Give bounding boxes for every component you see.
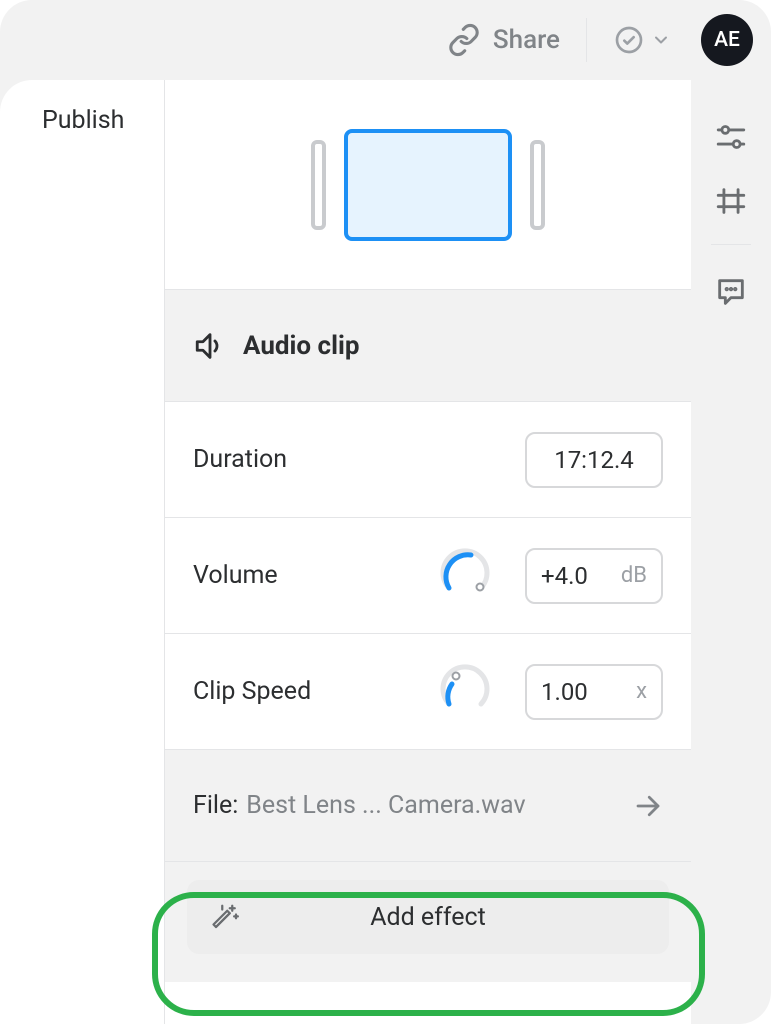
left-panel: Publish [0,80,164,1024]
clip-speed-value: 1.00 [541,678,588,706]
tab-publish[interactable]: Publish [42,106,164,135]
clip-preview [165,80,691,290]
file-name: Best Lens ... Camera.wav [246,791,625,820]
rail-divider [711,244,751,245]
top-divider [586,18,587,62]
duration-value: 17:12.4 [554,446,634,474]
duration-input[interactable]: 17:12.4 [525,432,663,488]
speaker-icon [193,329,227,363]
sync-status-button[interactable] [613,24,671,56]
sliders-icon [714,120,748,154]
clip-speed-unit: x [636,679,647,704]
duration-label: Duration [193,445,525,474]
clip-handle-left[interactable] [311,140,326,230]
comment-icon [714,275,748,309]
clip-handle-right[interactable] [530,140,545,230]
section-header-audio-clip: Audio clip [165,290,691,402]
row-volume: Volume +4.0 dB [165,518,691,634]
inspector-panel: Audio clip Duration 17:12.4 Volume [164,80,691,1024]
check-circle-icon [613,24,645,56]
add-effect-button[interactable]: Add effect [187,880,669,954]
add-effect-label: Add effect [370,903,486,932]
section-title: Audio clip [243,331,359,361]
share-button[interactable]: Share [447,23,560,57]
volume-dial[interactable] [437,548,493,604]
clip-speed-input[interactable]: 1.00 x [525,664,663,720]
row-duration: Duration 17:12.4 [165,402,691,518]
file-label: File: [193,791,238,820]
volume-unit: dB [621,563,647,588]
comments-panel-button[interactable] [714,275,748,309]
row-file[interactable]: File: Best Lens ... Camera.wav [165,750,691,862]
avatar[interactable]: AE [701,14,753,66]
clip-speed-label: Clip Speed [193,677,405,706]
selected-clip[interactable] [344,129,512,241]
chevron-down-icon [651,30,671,50]
avatar-initials: AE [714,28,740,52]
volume-label: Volume [193,561,405,590]
volume-value: +4.0 [541,562,588,590]
right-rail [691,80,771,1024]
properties-panel-button[interactable] [714,120,748,154]
timeline-icon [714,184,748,218]
share-label: Share [493,25,560,55]
row-clip-speed: Clip Speed 1.00 x [165,634,691,750]
link-icon [447,23,481,57]
timeline-panel-button[interactable] [714,184,748,218]
volume-input[interactable]: +4.0 dB [525,548,663,604]
clip-speed-dial[interactable] [437,664,493,720]
magic-wand-icon [211,902,241,932]
arrow-right-icon [633,791,663,821]
